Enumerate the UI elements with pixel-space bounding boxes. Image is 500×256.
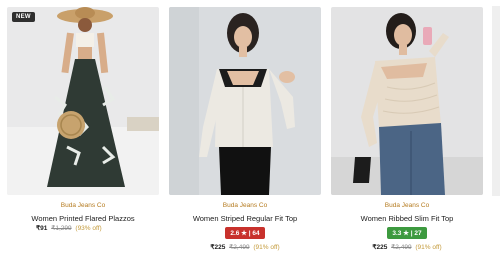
product-image[interactable]: NEW: [7, 7, 159, 195]
product-name[interactable]: Women Printed Flared Plazzos: [7, 214, 159, 223]
product-name[interactable]: Women Ribbed Slim Fit Top: [331, 214, 483, 223]
brand-name: Buda Jeans Co: [384, 202, 430, 209]
product-card[interactable]: Buda Jeans Co Women Ribbed Slim Fit Top …: [331, 7, 483, 251]
sale-price: ₹225: [372, 244, 388, 251]
product-card[interactable]: Buda Jeans Co Women Striped Regular Fit …: [169, 7, 321, 251]
product-name[interactable]: Women Striped Regular Fit Top: [169, 214, 321, 223]
sale-price: ₹225: [210, 244, 226, 251]
original-price: ₹1,299: [51, 225, 72, 232]
price-row: ₹225 ₹2,499 (91% off): [331, 243, 483, 251]
discount-label: (93% off): [75, 225, 102, 232]
product-photo: [169, 7, 321, 195]
price-row: ₹91 ₹1,299 (93% off): [7, 224, 159, 232]
next-card-edge: [492, 6, 500, 196]
discount-label: (91% off): [253, 244, 280, 251]
product-image[interactable]: [331, 7, 483, 195]
product-photo: [331, 7, 483, 195]
discount-label: (91% off): [415, 244, 442, 251]
brand-name: Buda Jeans Co: [222, 202, 268, 209]
brand-name: Buda Jeans Co: [60, 202, 106, 209]
sale-price: ₹91: [36, 225, 48, 232]
product-photo: [7, 7, 159, 195]
new-badge: NEW: [12, 12, 35, 22]
product-card[interactable]: NEW Buda Jeans Co Women Printed Flared P…: [7, 7, 159, 232]
original-price: ₹2,499: [391, 244, 412, 251]
product-image[interactable]: [169, 7, 321, 195]
price-row: ₹225 ₹2,499 (91% off): [169, 243, 321, 251]
rating-badge: 2.6 ★ | 64: [225, 227, 265, 239]
original-price: ₹2,499: [229, 244, 250, 251]
rating-badge: 3.3 ★ | 27: [387, 227, 427, 239]
